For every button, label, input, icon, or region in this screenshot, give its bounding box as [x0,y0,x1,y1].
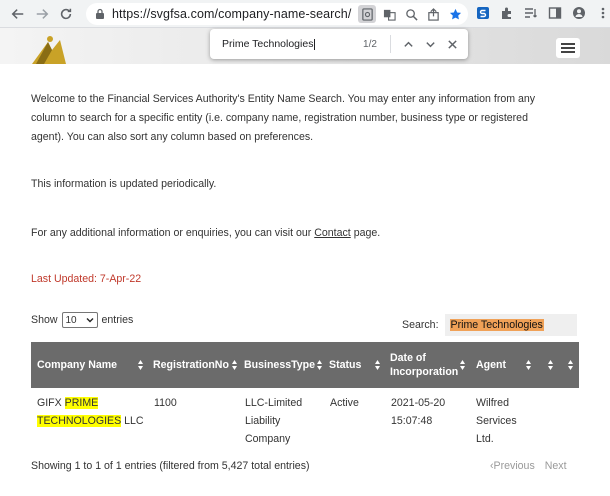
chevron-down-icon [86,318,93,323]
find-divider [390,35,391,53]
url-text: https://svgfsa.com/company-name-search/ [112,7,352,21]
extensions-puzzle-icon[interactable] [498,4,516,22]
reload-icon [60,8,72,20]
zoom-icon[interactable] [402,5,420,23]
col-company-name[interactable]: Company Name [37,342,117,388]
previous-button[interactable]: ‹Previous [490,460,535,472]
cell-agent: Wilfred Services Ltd. [476,397,517,445]
find-close-button[interactable] [441,33,463,55]
find-bar: Prime Technologies 1/2 [210,29,468,59]
contact-link[interactable]: Contact [314,227,351,239]
fsa-logo-icon[interactable] [30,34,68,64]
chevron-up-icon [403,41,413,47]
sort-icon [526,360,531,370]
cell-status: Active [330,397,359,409]
extension-s-icon[interactable] [474,4,492,22]
entries-length-control: Show 10 entries [31,312,134,328]
sort-icon [232,360,237,370]
share-icon[interactable] [424,5,442,23]
browser-toolbar: https://svgfsa.com/company-name-search/ [0,0,610,28]
sort-icon[interactable] [567,359,574,371]
reading-list-icon[interactable] [522,4,540,22]
col-agent[interactable]: Agent [476,342,506,388]
col-status[interactable]: Status [329,342,361,388]
hamburger-menu-button[interactable] [556,38,580,58]
cell-date: 2021-05-20 15:07:48 [391,397,446,427]
find-next-button[interactable] [419,33,441,55]
bookmark-star-icon[interactable] [446,5,464,23]
cell-registration-no: 1100 [154,397,177,409]
side-panel-icon[interactable] [546,4,564,22]
arrow-left-icon [11,9,24,19]
table-info: Showing 1 to 1 of 1 entries (filtered fr… [31,460,310,472]
col-registration-no[interactable]: RegistrationNo [153,342,229,388]
close-icon [447,39,457,49]
lock-icon [96,8,104,19]
back-button[interactable] [6,2,30,26]
address-bar[interactable]: https://svgfsa.com/company-name-search/ [86,3,468,25]
translate-icon[interactable] [380,5,398,23]
find-previous-button[interactable] [397,33,419,55]
contact-paragraph: For any additional information or enquir… [31,227,381,239]
intro-paragraph: Welcome to the Financial Services Author… [31,93,536,143]
profile-avatar-icon[interactable] [570,4,588,22]
chevron-down-icon [425,41,435,47]
table-header: Company Name RegistrationNo BusinessType… [31,342,579,388]
reload-button[interactable] [54,2,78,26]
forward-button[interactable] [30,2,54,26]
find-input[interactable]: Prime Technologies [222,38,346,50]
cell-business-type: LLC-Limited Liability Company [245,397,303,445]
find-in-page-icon[interactable] [358,5,376,23]
find-match-count: 1/2 [363,38,377,50]
sort-icon [375,360,380,370]
sort-icon [138,360,143,370]
col-date-of-incorporation[interactable]: Date of Incorporation [390,342,458,388]
table-search: Search: Prime Technologies [402,314,577,336]
arrow-right-icon [36,9,49,19]
entries-select[interactable]: 10 [61,312,98,328]
col-business-type[interactable]: BusinessType [244,342,315,388]
sort-icon [460,360,465,370]
sort-icon [317,360,322,370]
more-menu-icon[interactable] [594,4,610,22]
update-note: This information is updated periodically… [31,178,217,190]
last-updated: Last Updated: 7-Apr-22 [31,273,142,285]
search-input[interactable]: Prime Technologies [444,314,577,336]
sort-icon[interactable] [547,359,554,371]
next-button[interactable]: Next [545,460,567,472]
pagination: ‹Previous Next [490,460,567,472]
cell-company-name: GIFX PRIME TECHNOLOGIES LLC [37,397,144,427]
